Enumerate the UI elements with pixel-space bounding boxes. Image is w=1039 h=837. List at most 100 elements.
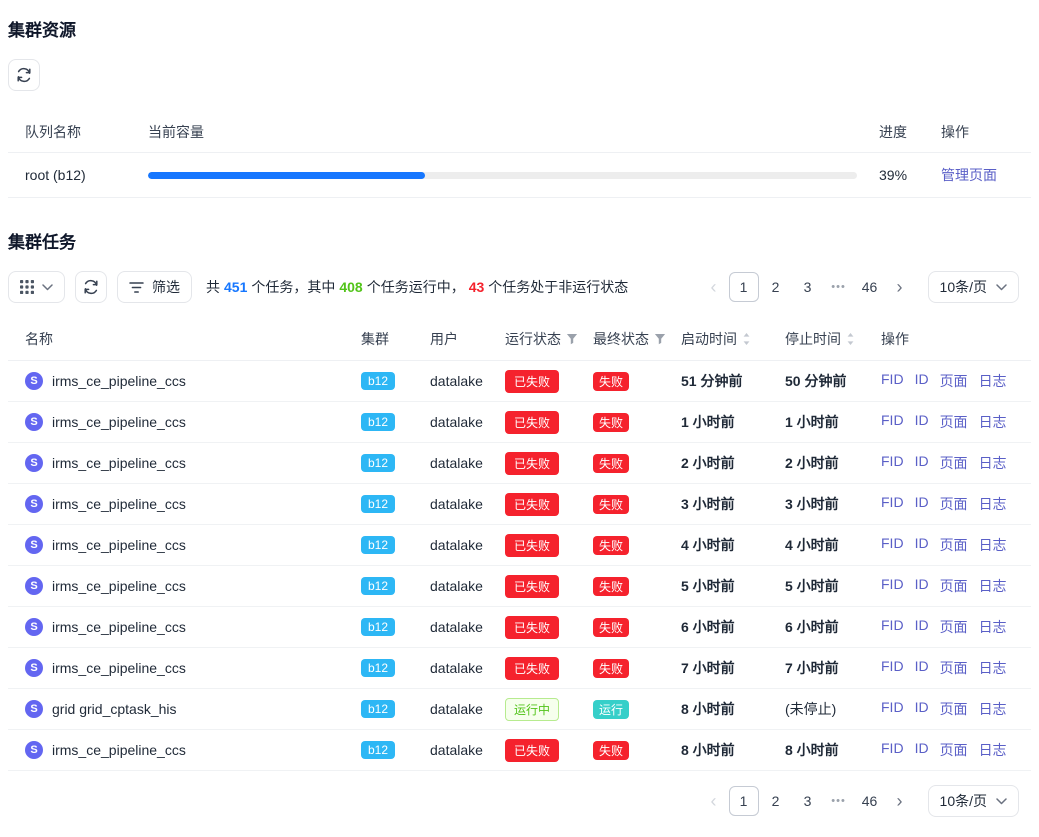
action-link-fid[interactable]: FID — [881, 658, 904, 678]
pagination-prev-icon[interactable]: ‹ — [700, 277, 728, 298]
start-time: 4 小时前 — [681, 535, 785, 555]
pagination-page-2[interactable]: 2 — [761, 786, 791, 816]
pagination-ellipsis[interactable]: ••• — [824, 281, 854, 293]
cluster-cell: b12 — [361, 577, 430, 595]
action-link-id[interactable]: ID — [915, 576, 929, 596]
action-link-id[interactable]: ID — [915, 453, 929, 473]
action-link-日志[interactable]: 日志 — [979, 412, 1007, 432]
cluster-cell: b12 — [361, 700, 430, 718]
action-link-fid[interactable]: FID — [881, 535, 904, 555]
column-stop-time: 停止时间 — [785, 329, 881, 349]
action-link-id[interactable]: ID — [915, 617, 929, 637]
action-link-日志[interactable]: 日志 — [979, 658, 1007, 678]
task-name: grid grid_cptask_his — [52, 701, 177, 717]
action-link-fid[interactable]: FID — [881, 371, 904, 391]
action-link-id[interactable]: ID — [915, 535, 929, 555]
stop-time: 8 小时前 — [785, 740, 881, 760]
stop-time: (未停止) — [785, 699, 881, 719]
run-status-badge: 运行中 — [505, 698, 559, 721]
action-link-页面[interactable]: 页面 — [940, 617, 968, 637]
page-size-select[interactable]: 10条/页 — [928, 271, 1019, 303]
final-status-badge: 失败 — [593, 454, 629, 473]
action-link-页面[interactable]: 页面 — [940, 658, 968, 678]
cluster-tasks-title: 集群任务 — [8, 228, 1031, 253]
pagination-page-1[interactable]: 1 — [729, 786, 759, 816]
progress-percent: 39% — [879, 167, 941, 183]
action-link-页面[interactable]: 页面 — [940, 371, 968, 391]
action-link-id[interactable]: ID — [915, 699, 929, 719]
pagination-prev-icon[interactable]: ‹ — [700, 791, 728, 812]
start-time: 1 小时前 — [681, 412, 785, 432]
action-link-fid[interactable]: FID — [881, 494, 904, 514]
cluster-cell: b12 — [361, 372, 430, 390]
spark-avatar-icon: S — [25, 413, 43, 431]
pagination-next-icon[interactable]: › — [886, 277, 914, 298]
run-status-badge: 已失败 — [505, 493, 559, 516]
final-status-badge: 失败 — [593, 741, 629, 760]
pagination-page-1[interactable]: 1 — [729, 272, 759, 302]
action-link-fid[interactable]: FID — [881, 412, 904, 432]
final-status-badge: 失败 — [593, 618, 629, 637]
cluster-cell: b12 — [361, 536, 430, 554]
task-name-cell: S irms_ce_pipeline_ccs — [25, 577, 361, 595]
start-time: 3 小时前 — [681, 494, 785, 514]
action-link-fid[interactable]: FID — [881, 453, 904, 473]
start-time: 7 小时前 — [681, 658, 785, 678]
action-link-日志[interactable]: 日志 — [979, 453, 1007, 473]
filter-funnel-icon[interactable] — [566, 333, 578, 345]
task-summary: 共451个任务，其中408个任务运行中，43个任务处于非运行状态 — [206, 277, 628, 297]
pagination-page-2[interactable]: 2 — [761, 272, 791, 302]
action-link-页面[interactable]: 页面 — [940, 535, 968, 555]
action-link-页面[interactable]: 页面 — [940, 494, 968, 514]
action-link-id[interactable]: ID — [915, 740, 929, 760]
pagination-page-3[interactable]: 3 — [793, 272, 823, 302]
filter-button[interactable]: 筛选 — [117, 271, 192, 303]
cluster-badge: b12 — [361, 495, 395, 513]
pagination-next-icon[interactable]: › — [886, 791, 914, 812]
action-link-日志[interactable]: 日志 — [979, 617, 1007, 637]
row-actions: FID ID 页面日志 — [881, 658, 1031, 678]
action-link-页面[interactable]: 页面 — [940, 412, 968, 432]
action-link-日志[interactable]: 日志 — [979, 535, 1007, 555]
pagination-page-3[interactable]: 3 — [793, 786, 823, 816]
refresh-resources-button[interactable] — [8, 59, 40, 91]
action-link-日志[interactable]: 日志 — [979, 699, 1007, 719]
task-name: irms_ce_pipeline_ccs — [52, 373, 186, 389]
manage-page-link[interactable]: 管理页面 — [941, 167, 997, 183]
run-status-cell: 已失败 — [505, 739, 593, 762]
run-status-badge: 已失败 — [505, 575, 559, 598]
sort-icon[interactable] — [846, 332, 855, 346]
action-link-日志[interactable]: 日志 — [979, 576, 1007, 596]
refresh-tasks-button[interactable] — [75, 271, 107, 303]
pagination-page-46[interactable]: 46 — [855, 786, 885, 816]
filter-icon — [129, 281, 144, 294]
action-link-id[interactable]: ID — [915, 658, 929, 678]
grid-icon — [20, 280, 34, 294]
action-link-fid[interactable]: FID — [881, 576, 904, 596]
sort-icon[interactable] — [742, 332, 751, 346]
spark-avatar-icon: S — [25, 700, 43, 718]
action-link-页面[interactable]: 页面 — [940, 453, 968, 473]
column-actions: 操作 — [881, 329, 1031, 349]
action-link-fid[interactable]: FID — [881, 699, 904, 719]
action-link-id[interactable]: ID — [915, 412, 929, 432]
action-link-日志[interactable]: 日志 — [979, 740, 1007, 760]
action-link-fid[interactable]: FID — [881, 617, 904, 637]
table-row: S grid grid_cptask_his b12 datalake 运行中 … — [8, 689, 1031, 730]
start-time: 5 小时前 — [681, 576, 785, 596]
pagination-ellipsis[interactable]: ••• — [824, 795, 854, 807]
pagination-page-46[interactable]: 46 — [855, 272, 885, 302]
action-link-日志[interactable]: 日志 — [979, 371, 1007, 391]
cluster-cell: b12 — [361, 413, 430, 431]
layout-grid-button[interactable] — [8, 271, 65, 303]
action-link-页面[interactable]: 页面 — [940, 576, 968, 596]
action-link-id[interactable]: ID — [915, 494, 929, 514]
filter-funnel-icon[interactable] — [654, 333, 666, 345]
action-link-id[interactable]: ID — [915, 371, 929, 391]
action-link-页面[interactable]: 页面 — [940, 699, 968, 719]
action-link-fid[interactable]: FID — [881, 740, 904, 760]
task-user: datalake — [430, 414, 505, 430]
action-link-日志[interactable]: 日志 — [979, 494, 1007, 514]
cluster-badge: b12 — [361, 536, 395, 554]
action-link-页面[interactable]: 页面 — [940, 740, 968, 760]
